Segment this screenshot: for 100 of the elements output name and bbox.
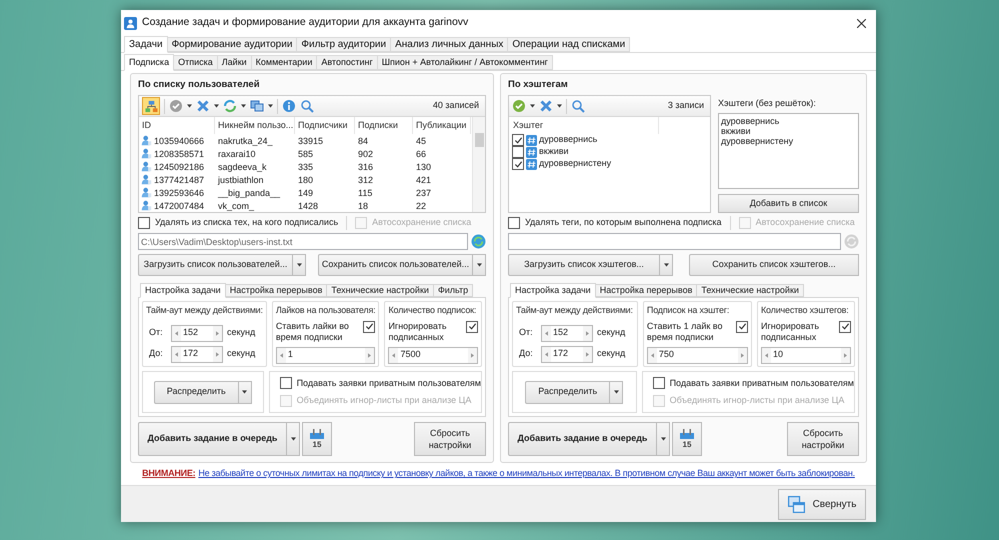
left-arrow-icon[interactable]	[392, 352, 396, 358]
delete-icon[interactable]	[196, 99, 210, 113]
left-arrow-icon[interactable]	[175, 330, 178, 336]
spin-field[interactable]: 1	[276, 346, 376, 364]
calendar-button[interactable]: 15	[302, 422, 332, 456]
spin-field[interactable]: 152	[541, 324, 593, 342]
checkbox[interactable]	[652, 377, 665, 390]
tab[interactable]: Задачи	[124, 36, 168, 53]
checkbox[interactable]	[363, 320, 376, 332]
checkbox[interactable]	[512, 146, 524, 158]
spin-field[interactable]: 152	[171, 324, 223, 342]
tab[interactable]: Операции над списками	[507, 37, 630, 52]
load-button[interactable]: Загрузить список пользователей...	[138, 254, 293, 276]
left-arrow-icon[interactable]	[650, 352, 654, 358]
right-arrow-icon[interactable]	[741, 352, 744, 358]
hashtags-field[interactable]: дуроввернись вкживи дуроввернистену	[718, 113, 859, 189]
right-arrow-icon[interactable]	[586, 352, 589, 356]
load-button[interactable]: Загрузить список хэштегов...	[508, 254, 660, 276]
refresh-icon[interactable]	[223, 99, 237, 113]
spin-field[interactable]: 172	[171, 346, 223, 362]
right-arrow-icon[interactable]	[216, 330, 219, 336]
checkbox[interactable]	[839, 320, 851, 332]
tab[interactable]: Формирование аудитории	[166, 37, 298, 52]
record-count: 3 записи	[668, 99, 705, 112]
tab[interactable]: Фильтр аудитории	[296, 37, 392, 52]
right-arrow-icon[interactable]	[586, 330, 589, 336]
search-icon[interactable]	[300, 99, 314, 113]
dropdown-button[interactable]	[293, 254, 306, 276]
tab[interactable]: Настройка задачи	[140, 283, 226, 298]
right-arrow-icon[interactable]	[471, 352, 474, 358]
user-icon	[141, 161, 152, 172]
warning-link[interactable]: Не забывайте о суточных лимитах на подписку и установку лайков, а также о минимальных интервалах. В противном случае Ваш аккаунт может быть заблокирован.	[198, 467, 855, 481]
dropdown-button[interactable]	[473, 254, 486, 276]
save-button[interactable]: Сохранить список хэштегов...	[689, 254, 859, 276]
tab[interactable]: Комментарии	[250, 55, 318, 70]
delete-icon[interactable]	[539, 99, 553, 113]
column-header[interactable]: Подписчики	[295, 117, 355, 134]
copy-icon[interactable]	[250, 99, 264, 113]
column-header[interactable]: Публикации	[413, 117, 471, 134]
dropdown-button[interactable]	[660, 254, 673, 276]
checkbox[interactable]	[512, 134, 524, 146]
refresh-icon[interactable]	[844, 234, 859, 249]
dropdown-button[interactable]	[610, 380, 624, 404]
reset-button[interactable]: Сбросить настройки	[787, 422, 859, 456]
checkbox[interactable]	[466, 320, 478, 332]
spin-field[interactable]: 10	[761, 346, 851, 364]
tab[interactable]: Лайки	[216, 55, 252, 70]
list-item[interactable]: дуроввернистену	[539, 157, 612, 171]
right-arrow-icon[interactable]	[368, 352, 372, 358]
check-icon[interactable]	[169, 99, 183, 113]
close-icon[interactable]	[857, 18, 866, 28]
column-header[interactable]: Никнейм пользо...	[215, 117, 295, 134]
add-task-button[interactable]: Добавить задание в очередь	[508, 422, 657, 456]
left-arrow-icon[interactable]	[280, 352, 283, 358]
tab[interactable]: Технические настройки	[696, 284, 804, 297]
left-arrow-icon[interactable]	[175, 352, 178, 356]
tab[interactable]: Анализ личных данных	[390, 37, 508, 52]
right-arrow-icon[interactable]	[216, 352, 219, 356]
column-header[interactable]: Подписки	[355, 117, 413, 134]
checkbox[interactable]	[508, 217, 520, 229]
file-path-field[interactable]	[508, 233, 841, 250]
column-header[interactable]: ID	[139, 117, 215, 134]
left-arrow-icon[interactable]	[545, 330, 548, 336]
add-button[interactable]: Добавить в список	[718, 194, 859, 213]
tab[interactable]: Настройка задачи	[510, 283, 596, 298]
search-icon[interactable]	[571, 99, 585, 113]
list-item[interactable]: вкживи	[539, 145, 569, 159]
tab[interactable]: Настройка перерывов	[594, 284, 698, 297]
collapse-button[interactable]: Свернуть	[778, 488, 866, 520]
check-icon[interactable]	[512, 99, 526, 113]
refresh-icon[interactable]	[471, 234, 486, 249]
file-path-field[interactable]: C:\Users\Vadim\Desktop\users-inst.txt	[138, 233, 468, 250]
checkbox[interactable]	[138, 217, 150, 229]
right-arrow-icon[interactable]	[844, 352, 847, 358]
left-arrow-icon[interactable]	[765, 352, 768, 358]
checkbox[interactable]	[512, 158, 524, 170]
tab[interactable]: Фильтр	[432, 284, 474, 297]
tree-button[interactable]	[142, 97, 160, 115]
spin-field[interactable]: 7500	[388, 346, 478, 364]
scrollbar[interactable]	[472, 117, 485, 212]
tab[interactable]: Отписка	[173, 55, 218, 70]
tab[interactable]: Подписка	[124, 54, 174, 71]
dropdown-button[interactable]	[238, 380, 252, 404]
list-item[interactable]: дуроввернись	[539, 133, 598, 147]
spin-field[interactable]: 750	[646, 346, 748, 364]
calendar-button[interactable]: 15	[672, 422, 702, 456]
distribute-button[interactable]: Распределить	[525, 380, 610, 404]
tab[interactable]: Настройка перерывов	[224, 284, 328, 297]
spin-field[interactable]: 172	[541, 346, 593, 362]
left-arrow-icon[interactable]	[545, 352, 548, 356]
checkbox[interactable]	[736, 320, 748, 332]
add-task-button[interactable]: Добавить задание в очередь	[138, 422, 287, 456]
checkbox[interactable]	[280, 377, 292, 390]
reset-button[interactable]: Сбросить настройки	[414, 422, 486, 456]
save-button[interactable]: Сохранить список пользователей...	[318, 254, 473, 276]
tab[interactable]: Шпион + Автолайкинг / Автокомментинг	[376, 55, 553, 70]
distribute-button[interactable]: Распределить	[154, 380, 239, 404]
tab[interactable]: Технические настройки	[326, 284, 434, 297]
tab[interactable]: Автопостинг	[316, 55, 378, 70]
info-icon[interactable]	[282, 99, 296, 113]
